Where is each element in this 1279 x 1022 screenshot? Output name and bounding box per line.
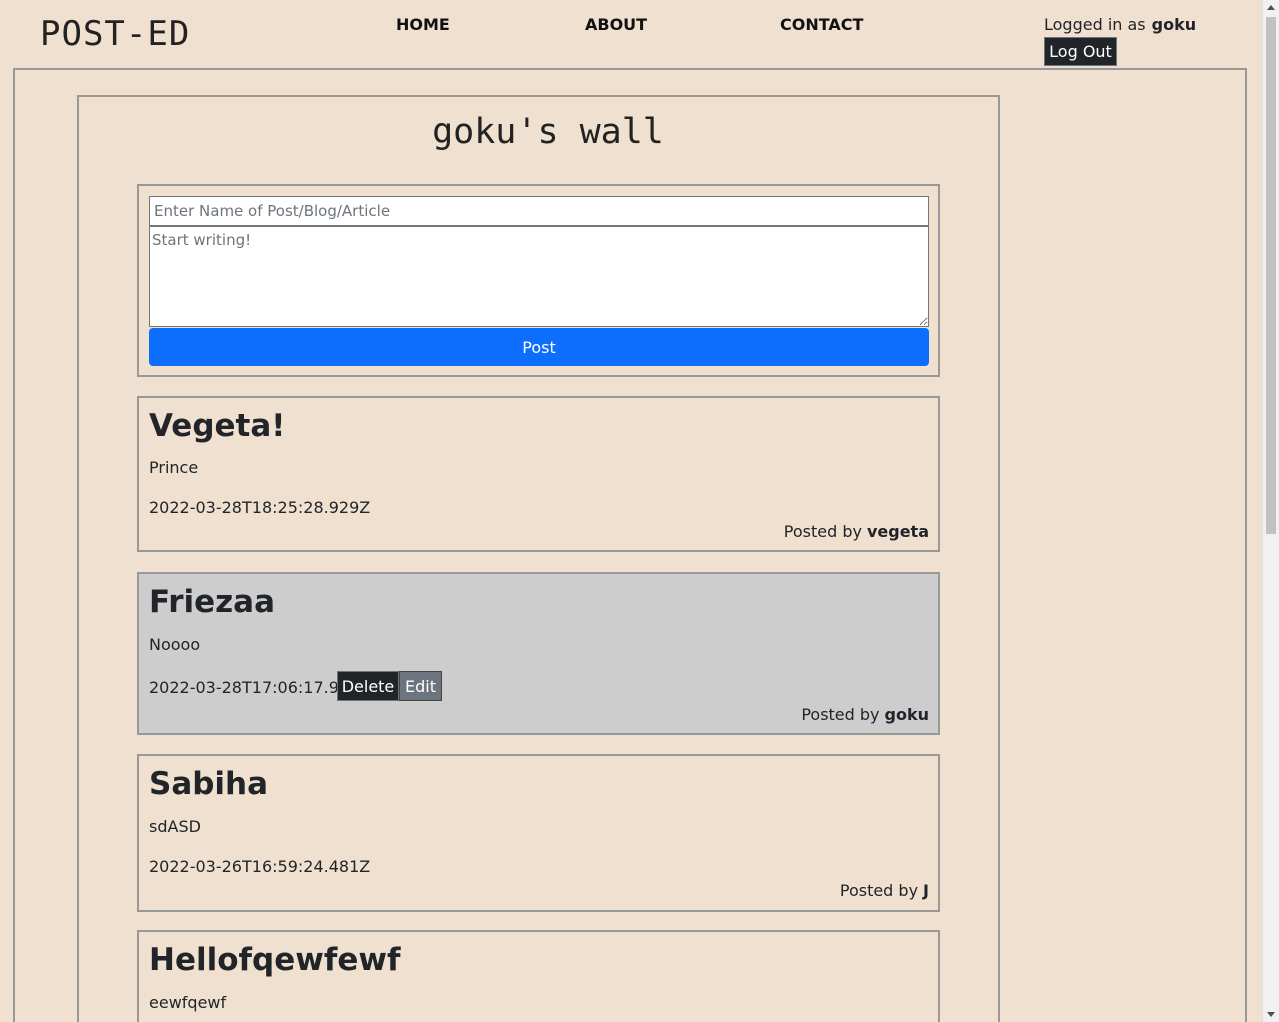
scroll-up-arrow-icon[interactable] <box>1267 5 1275 10</box>
delete-post-button[interactable]: Delete <box>337 671 399 701</box>
post-card: Sabiha sdASD 2022-03-26T16:59:24.481Z Po… <box>137 754 940 912</box>
scrollbar-thumb[interactable] <box>1266 17 1276 534</box>
post-card: Vegeta! Prince 2022-03-28T18:25:28.929Z … <box>137 396 940 552</box>
post-date: 2022-03-26T16:59:24.481Z <box>149 857 371 876</box>
nav-home-link[interactable]: HOME <box>396 15 450 34</box>
post-title: Friezaa <box>149 584 276 620</box>
post-title-input[interactable] <box>149 196 929 226</box>
post-title: Sabiha <box>149 766 269 802</box>
logged-in-username: goku <box>1151 15 1197 34</box>
posted-by-label: Posted by <box>801 705 880 724</box>
post-body-textarea[interactable] <box>149 226 929 327</box>
post-date: 2022-03-28T18:25:28.929Z <box>149 498 371 517</box>
wall-title: goku's wall <box>432 112 664 152</box>
edit-post-button[interactable]: Edit <box>399 671 442 701</box>
post-card: Friezaa Noooo 2022-03-28T17:06:17.936Z D… <box>137 572 940 735</box>
post-title: Hellofqewfewf <box>149 942 401 978</box>
post-author-name[interactable]: goku <box>885 705 929 724</box>
post-author: Posted by goku <box>801 705 929 724</box>
post-title: Vegeta! <box>149 408 286 444</box>
post-card: Hellofqewfewf eewfqewf <box>137 930 940 1022</box>
logout-button[interactable]: Log Out <box>1044 37 1117 66</box>
post-body: sdASD <box>149 817 201 836</box>
logged-in-status: Logged in as goku <box>1044 15 1196 34</box>
post-body: Prince <box>149 458 199 477</box>
post-author: Posted by vegeta <box>784 522 929 541</box>
vertical-scrollbar[interactable] <box>1262 0 1279 1022</box>
posted-by-label: Posted by <box>783 522 862 541</box>
scroll-down-arrow-icon[interactable] <box>1267 1012 1275 1017</box>
post-author-name[interactable]: vegeta <box>867 522 929 541</box>
header: POST-ED HOME ABOUT CONTACT Logged in as g… <box>0 0 1262 68</box>
nav-about-link[interactable]: ABOUT <box>585 15 647 34</box>
post-body: eewfqewf <box>149 993 227 1012</box>
posted-by-label: Posted by <box>839 881 919 900</box>
post-button[interactable]: Post <box>149 328 929 366</box>
page: POST-ED HOME ABOUT CONTACT Logged in as g… <box>0 0 1279 1022</box>
post-author-name[interactable]: J <box>923 881 929 900</box>
post-body: Noooo <box>149 635 201 654</box>
brand-logo[interactable]: POST-ED <box>40 14 190 54</box>
nav-contact-link[interactable]: CONTACT <box>780 15 863 34</box>
post-author: Posted by J <box>840 881 929 900</box>
logged-in-label: Logged in as <box>1044 15 1146 34</box>
